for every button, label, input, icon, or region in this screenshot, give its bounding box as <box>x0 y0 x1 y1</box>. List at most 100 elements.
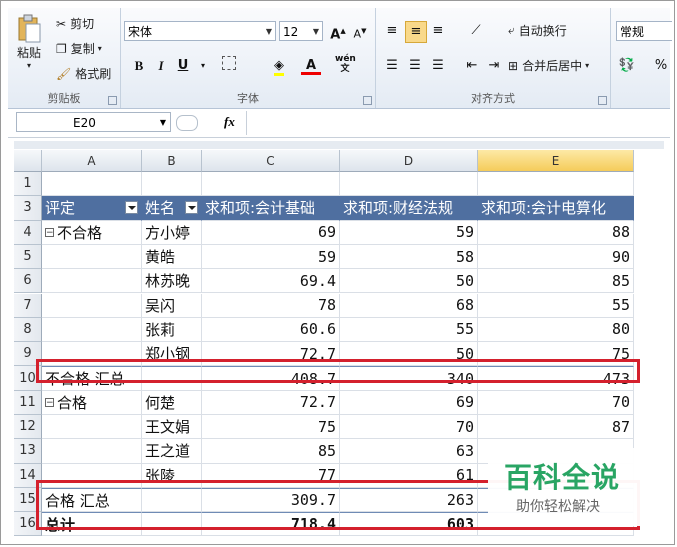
fill-color-button[interactable]: ◈ <box>269 56 289 76</box>
cell-c12[interactable]: 75 <box>202 415 340 440</box>
cell-e4[interactable]: 88 <box>478 220 634 245</box>
collapse-icon[interactable]: − <box>45 397 54 407</box>
wrap-text-button[interactable]: ⤶ 自动换行 <box>508 22 567 39</box>
name-box[interactable]: E20 ▼ <box>16 112 171 132</box>
bold-button[interactable]: B <box>129 56 149 76</box>
align-right-icon[interactable]: ☰ <box>428 56 448 76</box>
cell-b1[interactable] <box>142 172 202 197</box>
align-bottom-icon[interactable]: ≡ <box>428 21 448 41</box>
cell-d13[interactable]: 63 <box>340 439 478 464</box>
select-all-corner[interactable] <box>14 150 42 172</box>
cell-e12[interactable]: 87 <box>478 415 634 440</box>
cell-c6[interactable]: 69.4 <box>202 269 340 294</box>
cell-a5[interactable] <box>42 244 142 270</box>
alignment-launcher-icon[interactable] <box>598 96 607 105</box>
row-header[interactable]: 4 <box>14 220 42 245</box>
pivot-header-cell[interactable]: 求和项:财经法规 <box>340 196 478 221</box>
cell-d4[interactable]: 59 <box>340 220 478 245</box>
pivot-header-cell[interactable]: 姓名 <box>142 196 202 221</box>
cell-b8[interactable]: 张莉 <box>142 317 202 343</box>
row-header[interactable]: 11 <box>14 390 42 415</box>
clipboard-launcher-icon[interactable] <box>108 96 117 105</box>
cell-e1[interactable] <box>478 172 634 197</box>
underline-dropdown-icon[interactable]: ▾ <box>193 56 213 76</box>
cell-e6[interactable]: 85 <box>478 269 634 294</box>
font-launcher-icon[interactable] <box>363 96 372 105</box>
cell-e8[interactable]: 80 <box>478 317 634 343</box>
cell-a8[interactable] <box>42 317 142 343</box>
increase-indent-icon[interactable]: ⇥ <box>484 56 504 76</box>
cell-a13[interactable] <box>42 439 142 464</box>
underline-button[interactable]: U <box>173 56 193 76</box>
cell-c1[interactable] <box>202 172 340 197</box>
cell-d7[interactable]: 68 <box>340 293 478 318</box>
cell-b13[interactable]: 王之道 <box>142 439 202 464</box>
phonetic-button[interactable]: wén 文 <box>335 54 356 74</box>
cell-e7[interactable]: 55 <box>478 293 634 318</box>
cell-d6[interactable]: 50 <box>340 269 478 294</box>
row-header[interactable]: 5 <box>14 244 42 270</box>
column-header-d[interactable]: D <box>340 150 478 172</box>
cell-c4[interactable]: 69 <box>202 220 340 245</box>
cell-c7[interactable]: 78 <box>202 293 340 318</box>
align-middle-icon[interactable]: ≡ <box>405 21 427 43</box>
align-center-icon[interactable]: ☰ <box>405 56 425 76</box>
cell-a6[interactable] <box>42 269 142 294</box>
cut-button[interactable]: ✂ 剪切 <box>56 15 94 32</box>
cell-b12[interactable]: 王文娟 <box>142 415 202 440</box>
italic-button[interactable]: I <box>151 56 171 76</box>
cell-a12[interactable] <box>42 415 142 440</box>
orientation-icon[interactable]: ⟋ <box>466 21 486 41</box>
row-header[interactable]: 12 <box>14 415 42 440</box>
copy-dropdown-icon[interactable]: ▾ <box>98 44 102 53</box>
formula-input[interactable] <box>246 111 671 135</box>
font-size-combo[interactable]: 12 ▼ <box>279 21 323 41</box>
row-header[interactable]: 8 <box>14 317 42 343</box>
cell-d8[interactable]: 55 <box>340 317 478 343</box>
align-top-icon[interactable]: ≡ <box>382 21 402 41</box>
copy-button[interactable]: ❐ 复制 ▾ <box>56 40 102 57</box>
cell-b7[interactable]: 吴闪 <box>142 293 202 318</box>
currency-icon[interactable]: 💱 <box>617 56 637 76</box>
column-header-c[interactable]: C <box>202 150 340 172</box>
decrease-indent-icon[interactable]: ⇤ <box>462 56 482 76</box>
cell-d5[interactable]: 58 <box>340 244 478 270</box>
cell-b11[interactable]: 何楚 <box>142 390 202 415</box>
cell-a4[interactable]: − 不合格 <box>42 220 142 245</box>
font-color-button[interactable]: A <box>301 56 321 75</box>
cell-e11[interactable]: 70 <box>478 390 634 415</box>
align-left-icon[interactable]: ☰ <box>382 56 402 76</box>
cell-d12[interactable]: 70 <box>340 415 478 440</box>
cell-a1[interactable] <box>42 172 142 197</box>
filter-dropdown-icon[interactable] <box>125 201 138 215</box>
cell-a11[interactable]: − 合格 <box>42 390 142 415</box>
filter-dropdown-icon[interactable] <box>185 201 198 215</box>
merge-center-button[interactable]: ⊞ 合并后居中 ▾ <box>508 57 589 74</box>
cell-b6[interactable]: 林苏晚 <box>142 269 202 294</box>
column-header-a[interactable]: A <box>42 150 142 172</box>
cell-b4[interactable]: 方小婷 <box>142 220 202 245</box>
paste-dropdown-icon[interactable]: ▾ <box>27 61 31 70</box>
cell-e5[interactable]: 90 <box>478 244 634 270</box>
column-header-e[interactable]: E <box>478 150 634 172</box>
cell-c8[interactable]: 60.6 <box>202 317 340 343</box>
cell-d1[interactable] <box>340 172 478 197</box>
grow-font-button[interactable]: A▲ <box>328 21 348 42</box>
row-header[interactable]: 3 <box>14 196 42 221</box>
pivot-header-cell[interactable]: 求和项:会计电算化 <box>478 196 634 221</box>
border-button[interactable] <box>219 56 239 76</box>
pivot-header-cell[interactable]: 评定 <box>42 196 142 221</box>
row-header[interactable]: 7 <box>14 293 42 318</box>
percent-button[interactable]: % <box>651 56 671 76</box>
cell-b5[interactable]: 黄皓 <box>142 244 202 270</box>
pivot-header-cell[interactable]: 求和项:会计基础 <box>202 196 340 221</box>
column-header-b[interactable]: B <box>142 150 202 172</box>
shrink-font-button[interactable]: A▼ <box>350 21 370 41</box>
cell-c11[interactable]: 72.7 <box>202 390 340 415</box>
row-header[interactable]: 6 <box>14 269 42 294</box>
collapse-icon[interactable]: − <box>45 227 54 237</box>
font-name-combo[interactable]: 宋体 ▼ <box>124 21 276 41</box>
cell-c13[interactable]: 85 <box>202 439 340 464</box>
cell-c5[interactable]: 59 <box>202 244 340 270</box>
paste-button[interactable]: 粘贴 ▾ <box>14 14 44 70</box>
